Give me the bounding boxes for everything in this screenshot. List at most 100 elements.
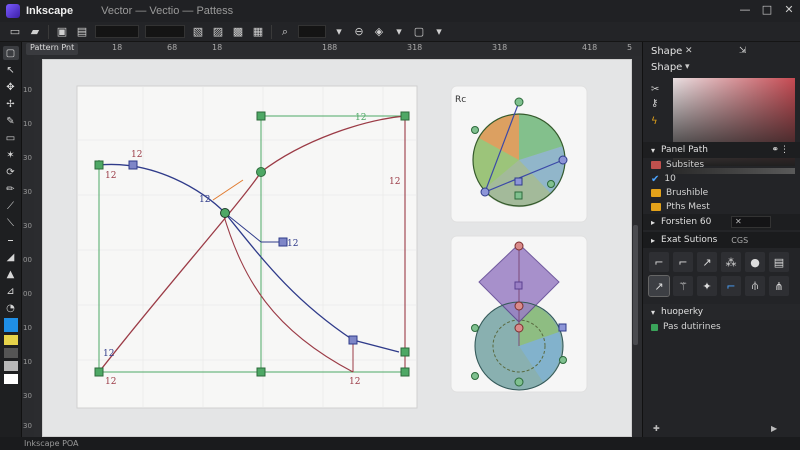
arrow-corner-icon[interactable]: ↗ <box>648 275 670 297</box>
chevron-right-icon[interactable]: ▸ <box>651 236 655 245</box>
key-icon[interactable]: ⚷ <box>651 98 665 112</box>
chevron-down-icon[interactable]: ▾ <box>651 146 655 155</box>
fill-swatch[interactable] <box>3 318 18 332</box>
node-handle[interactable] <box>471 324 479 332</box>
artboard[interactable]: 12 12 12 12 12 12 12 12 12 Rc <box>42 59 632 437</box>
open-folder-icon[interactable]: ▰ <box>28 25 42 39</box>
export-icon[interactable]: ▨ <box>211 25 225 39</box>
clone-icon[interactable]: ▩ <box>231 25 245 39</box>
save-icon[interactable]: ▣ <box>55 25 69 39</box>
grid-icon[interactable]: ⁂ <box>721 252 741 272</box>
wand-icon[interactable]: ⚚ <box>673 276 693 296</box>
node-handle[interactable] <box>558 323 567 332</box>
huoperky-header[interactable]: ▾ huoperky <box>643 304 800 320</box>
gradient-tool-icon[interactable]: ◢ <box>3 250 19 264</box>
link-icon[interactable]: ⚭ <box>771 145 779 155</box>
lightning-icon[interactable]: ϟ <box>651 116 665 130</box>
selector-tool-icon[interactable]: ▢ <box>2 46 19 60</box>
bracket-icon[interactable]: ⌐ <box>673 252 693 272</box>
node-handle[interactable] <box>547 180 555 188</box>
arrow-up-right-icon[interactable]: ↗ <box>697 252 717 272</box>
node-handle[interactable] <box>471 126 479 134</box>
stroke-icon[interactable]: ▢ <box>412 25 426 39</box>
node-handle[interactable] <box>256 111 266 121</box>
node-handle[interactable] <box>128 160 138 170</box>
close-button[interactable]: ✕ <box>782 3 796 17</box>
panel-row[interactable]: Brushible <box>651 186 797 200</box>
play-icon[interactable]: ▶ <box>771 424 777 433</box>
zoom-field[interactable] <box>298 25 326 38</box>
node-tool-icon[interactable]: ↖ <box>3 63 19 77</box>
panel-row[interactable]: Pas dutirines <box>651 320 797 334</box>
vertical-scrollbar[interactable] <box>633 225 638 345</box>
text-tool-icon[interactable]: ⎯ <box>3 233 19 247</box>
node-handle[interactable] <box>514 177 523 186</box>
import-icon[interactable]: ▧ <box>191 25 205 39</box>
toolbar-dropdown[interactable] <box>145 25 185 38</box>
document-tab[interactable]: Pattern Pnt <box>26 43 79 55</box>
node-handle[interactable] <box>514 377 524 387</box>
person-icon[interactable]: ● <box>745 252 765 272</box>
chevron-right-icon[interactable]: ▸ <box>651 218 655 227</box>
node-handle[interactable] <box>514 241 524 251</box>
pen-tool-icon[interactable]: ⟋ <box>3 199 19 213</box>
tweak-tool-icon[interactable]: ✥ <box>3 80 19 94</box>
new-document-icon[interactable]: ▭ <box>8 25 22 39</box>
add-icon[interactable]: ✚ <box>653 424 660 433</box>
node-handle[interactable] <box>256 167 266 177</box>
panel-path-header[interactable]: ▾ Panel Path ⚭ ⋮ <box>643 142 800 158</box>
minimize-button[interactable]: — <box>738 3 752 17</box>
zoom-tool-icon[interactable]: ✢ <box>3 97 19 111</box>
forstien-header[interactable]: ▸ Forstien 60 <box>643 214 800 230</box>
rectangle-tool-icon[interactable]: ▭ <box>3 131 19 145</box>
node-handle[interactable] <box>400 347 410 357</box>
white-swatch[interactable] <box>3 374 18 384</box>
node-handle[interactable] <box>559 356 567 364</box>
node-handle[interactable] <box>256 367 266 377</box>
panel-row[interactable]: ✔ 10 <box>651 172 797 186</box>
node-handle[interactable] <box>94 160 104 170</box>
node-handle[interactable] <box>400 367 410 377</box>
maximize-button[interactable]: □ <box>760 3 774 17</box>
node-handle[interactable] <box>220 208 230 218</box>
node-handle[interactable] <box>558 155 568 165</box>
drawing-svg[interactable]: 12 12 12 12 12 12 12 12 12 Rc <box>43 60 633 438</box>
node-handle[interactable] <box>514 281 523 290</box>
calligraphy-tool-icon[interactable]: ⟍ <box>3 216 19 230</box>
spiral-tool-icon[interactable]: ⟳ <box>3 165 19 179</box>
mesh-tool-icon[interactable]: ▲ <box>3 267 19 281</box>
drawing-canvas[interactable]: 12 12 12 12 12 12 12 12 12 Rc <box>34 56 642 437</box>
layers-icon[interactable]: ▤ <box>769 252 789 272</box>
node-handle[interactable] <box>278 237 288 247</box>
close-icon[interactable]: ✕ <box>685 46 693 56</box>
fork-icon[interactable]: ⫛ <box>745 276 765 296</box>
fill-icon[interactable]: ◈ <box>372 25 386 39</box>
pencil-tool-icon[interactable]: ✏ <box>3 182 19 196</box>
chevron-down-icon[interactable]: ▾ <box>392 25 406 39</box>
dock-tab-shape-secondary[interactable]: Shape <box>651 62 682 73</box>
chevron-down-icon[interactable]: ▾ <box>332 25 346 39</box>
stroke-swatch[interactable] <box>3 335 18 345</box>
sparkle-icon[interactable]: ✦ <box>697 276 717 296</box>
paint-bucket-tool-icon[interactable]: ◔ <box>3 301 19 315</box>
node-handle[interactable] <box>94 367 104 377</box>
dock-tab-shape[interactable]: Shape <box>651 46 682 57</box>
toolbar-input-field[interactable] <box>95 25 139 38</box>
vertical-ruler[interactable]: 10 10 30 30 30 00 00 10 10 30 30 <box>22 56 34 437</box>
measure-tool-icon[interactable]: ✎ <box>3 114 19 128</box>
node-handle[interactable] <box>514 191 523 200</box>
panel-pill[interactable]: ✕ <box>731 216 771 228</box>
chevron-down-icon[interactable]: ▾ <box>432 25 446 39</box>
node-handle[interactable] <box>400 111 410 121</box>
node-handle[interactable] <box>480 187 490 197</box>
chevron-down-icon[interactable]: ▾ <box>651 308 655 317</box>
node-handle[interactable] <box>348 335 358 345</box>
panel-row[interactable]: Pths Mest <box>651 200 797 214</box>
node-handle[interactable] <box>514 97 524 107</box>
print-icon[interactable]: ▤ <box>75 25 89 39</box>
checkmark-icon[interactable]: ✔ <box>651 174 659 185</box>
zoom-out-icon[interactable]: ⊖ <box>352 25 366 39</box>
node-icon[interactable]: ⋔ <box>769 276 789 296</box>
pin-icon[interactable]: ⇲ <box>739 46 747 56</box>
mask-icon[interactable]: ✂ <box>651 84 665 98</box>
